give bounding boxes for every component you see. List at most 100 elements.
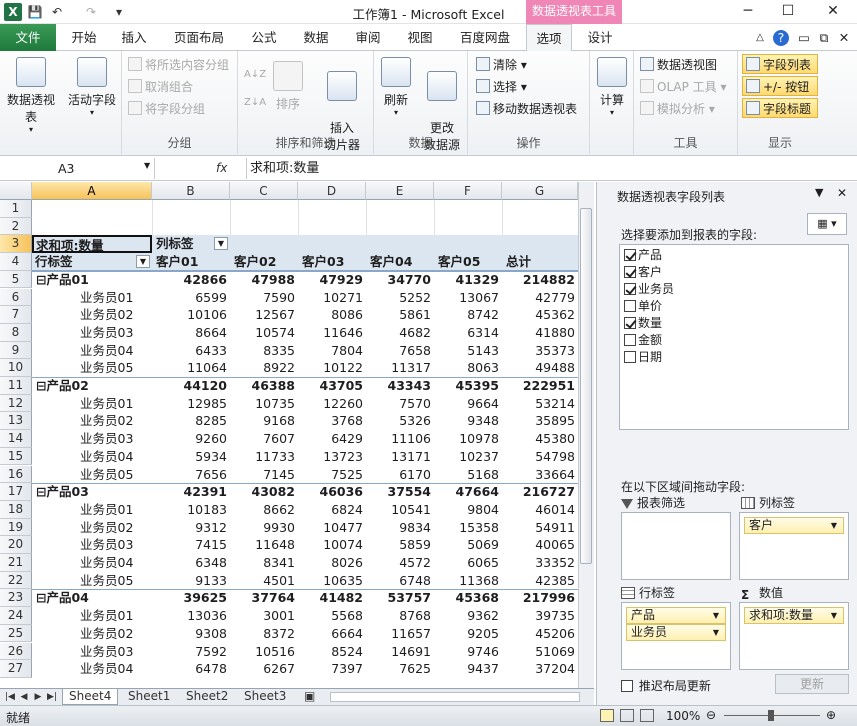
prev-sheet-icon[interactable]: ◀ bbox=[18, 690, 30, 704]
column-header-c[interactable]: C bbox=[230, 182, 298, 200]
data-value[interactable]: 10735 bbox=[230, 395, 298, 413]
next-sheet-icon[interactable]: ▶ bbox=[32, 690, 44, 704]
row-header[interactable]: 15 bbox=[0, 447, 32, 466]
product-subtotal[interactable]: 45368 bbox=[434, 589, 502, 607]
data-value[interactable]: 8372 bbox=[230, 625, 298, 643]
product-subtotal[interactable]: 42866 bbox=[152, 271, 230, 289]
data-value[interactable]: 5568 bbox=[298, 607, 366, 625]
data-value[interactable]: 8662 bbox=[230, 501, 298, 519]
data-value[interactable]: 5252 bbox=[366, 289, 434, 307]
field-checkbox[interactable] bbox=[624, 266, 636, 278]
field-item[interactable]: 金额 bbox=[624, 332, 662, 349]
pivot-table-button[interactable]: 数据透视表 ▾ bbox=[2, 57, 60, 134]
page-layout-view-icon[interactable] bbox=[620, 709, 634, 722]
data-value[interactable]: 6170 bbox=[366, 466, 434, 484]
row-header[interactable]: 18 bbox=[0, 500, 32, 519]
chip-dropdown-icon[interactable]: ▼ bbox=[831, 518, 837, 533]
row-labels-caption[interactable]: 行标签 bbox=[32, 253, 152, 271]
data-value[interactable]: 45362 bbox=[502, 306, 578, 324]
window-doc-icon[interactable]: ⧉ bbox=[816, 24, 832, 51]
defer-update-checkbox[interactable]: 推迟布局更新 bbox=[621, 677, 711, 694]
select-button[interactable]: 选择 ▾ bbox=[476, 77, 527, 97]
field-item[interactable]: 业务员 bbox=[624, 281, 674, 298]
data-value[interactable]: 15358 bbox=[434, 519, 502, 537]
field-checkbox[interactable] bbox=[624, 334, 636, 346]
data-value[interactable]: 35895 bbox=[502, 412, 578, 430]
data-value[interactable]: 5934 bbox=[152, 448, 230, 466]
page-break-view-icon[interactable] bbox=[640, 709, 654, 722]
sheet-tab-sheet4[interactable]: Sheet4 bbox=[62, 689, 119, 705]
salesperson-label[interactable]: 业务员02 bbox=[32, 625, 152, 643]
column-header-b[interactable]: B bbox=[152, 182, 230, 200]
maximize-button[interactable]: ☐ bbox=[770, 0, 806, 22]
row-header[interactable]: 4 bbox=[0, 253, 32, 271]
tab-review[interactable]: 审阅 bbox=[346, 24, 390, 51]
pivot-value-caption[interactable]: 求和项:数量 bbox=[32, 235, 152, 254]
row-header[interactable]: 20 bbox=[0, 536, 32, 554]
field-checkbox[interactable] bbox=[624, 351, 636, 363]
row-header[interactable]: 8 bbox=[0, 323, 32, 342]
data-value[interactable]: 7525 bbox=[298, 466, 366, 484]
sheet-tab-sheet2[interactable]: Sheet2 bbox=[180, 689, 234, 705]
column-header-value[interactable]: 总计 bbox=[502, 253, 578, 271]
column-header-e[interactable]: E bbox=[366, 182, 434, 200]
data-value[interactable]: 7590 bbox=[230, 289, 298, 307]
data-value[interactable]: 10574 bbox=[230, 324, 298, 342]
area-field-chip[interactable]: 客户 ▼ bbox=[744, 517, 844, 534]
product-group-label[interactable]: ⊟产品03 bbox=[32, 483, 152, 501]
data-value[interactable]: 6314 bbox=[434, 324, 502, 342]
data-value[interactable]: 7145 bbox=[230, 466, 298, 484]
salesperson-label[interactable]: 业务员05 bbox=[32, 572, 152, 590]
tab-formulas[interactable]: 公式 bbox=[242, 24, 286, 51]
values-area-box[interactable]: 求和项:数量 ▼ bbox=[739, 602, 849, 670]
tab-file[interactable]: 文件 bbox=[0, 24, 56, 51]
product-subtotal[interactable]: 43082 bbox=[230, 483, 298, 501]
data-value[interactable]: 8341 bbox=[230, 554, 298, 572]
product-subtotal[interactable]: 42391 bbox=[152, 483, 230, 501]
salesperson-label[interactable]: 业务员03 bbox=[32, 643, 152, 661]
data-value[interactable]: 8922 bbox=[230, 359, 298, 377]
chip-dropdown-icon[interactable]: ▼ bbox=[713, 608, 719, 623]
data-value[interactable]: 5861 bbox=[366, 306, 434, 324]
data-value[interactable]: 13723 bbox=[298, 448, 366, 466]
data-value[interactable]: 8285 bbox=[152, 412, 230, 430]
row-header[interactable]: 19 bbox=[0, 518, 32, 537]
row-header[interactable]: 17 bbox=[0, 483, 32, 501]
column-header-value[interactable]: 客户05 bbox=[434, 253, 502, 271]
olap-tools-button[interactable]: OLAP 工具 ▾ bbox=[640, 77, 727, 97]
field-item[interactable]: 单价 bbox=[624, 298, 662, 315]
data-value[interactable]: 13036 bbox=[152, 607, 230, 625]
data-value[interactable]: 8335 bbox=[230, 342, 298, 360]
product-group-label[interactable]: ⊟产品04 bbox=[32, 589, 152, 607]
pivot-chart-button[interactable]: 数据透视图 bbox=[640, 55, 717, 75]
move-pivot-button[interactable]: 移动数据透视表 bbox=[476, 99, 577, 119]
data-value[interactable]: 39735 bbox=[502, 607, 578, 625]
data-value[interactable]: 11733 bbox=[230, 448, 298, 466]
minimize-button[interactable]: ─ bbox=[730, 0, 766, 22]
column-header-value[interactable]: 客户03 bbox=[298, 253, 366, 271]
data-value[interactable]: 13171 bbox=[366, 448, 434, 466]
data-value[interactable]: 10477 bbox=[298, 519, 366, 537]
field-checkbox[interactable] bbox=[624, 317, 636, 329]
data-value[interactable]: 9362 bbox=[434, 607, 502, 625]
data-value[interactable]: 10106 bbox=[152, 306, 230, 324]
row-header[interactable]: 9 bbox=[0, 341, 32, 360]
product-subtotal[interactable]: 41329 bbox=[434, 271, 502, 289]
salesperson-label[interactable]: 业务员05 bbox=[32, 359, 152, 377]
data-value[interactable]: 11657 bbox=[366, 625, 434, 643]
row-header[interactable]: 11 bbox=[0, 377, 32, 395]
data-value[interactable]: 11317 bbox=[366, 359, 434, 377]
data-value[interactable]: 9437 bbox=[434, 660, 502, 678]
plus-minus-toggle[interactable]: +/- 按钮 bbox=[742, 76, 818, 96]
data-value[interactable]: 14691 bbox=[366, 643, 434, 661]
field-item[interactable]: 产品 bbox=[624, 247, 662, 264]
product-group-label[interactable]: ⊟产品01 bbox=[32, 271, 152, 289]
data-value[interactable]: 9804 bbox=[434, 501, 502, 519]
column-header-value[interactable]: 客户01 bbox=[152, 253, 230, 271]
salesperson-label[interactable]: 业务员02 bbox=[32, 519, 152, 537]
row-area-box[interactable]: 产品 ▼ 业务员 ▼ bbox=[621, 602, 731, 670]
tab-design[interactable]: 设计 bbox=[578, 24, 622, 51]
data-value[interactable]: 10183 bbox=[152, 501, 230, 519]
row-header[interactable]: 23 bbox=[0, 589, 32, 608]
product-subtotal[interactable]: 46388 bbox=[230, 377, 298, 395]
